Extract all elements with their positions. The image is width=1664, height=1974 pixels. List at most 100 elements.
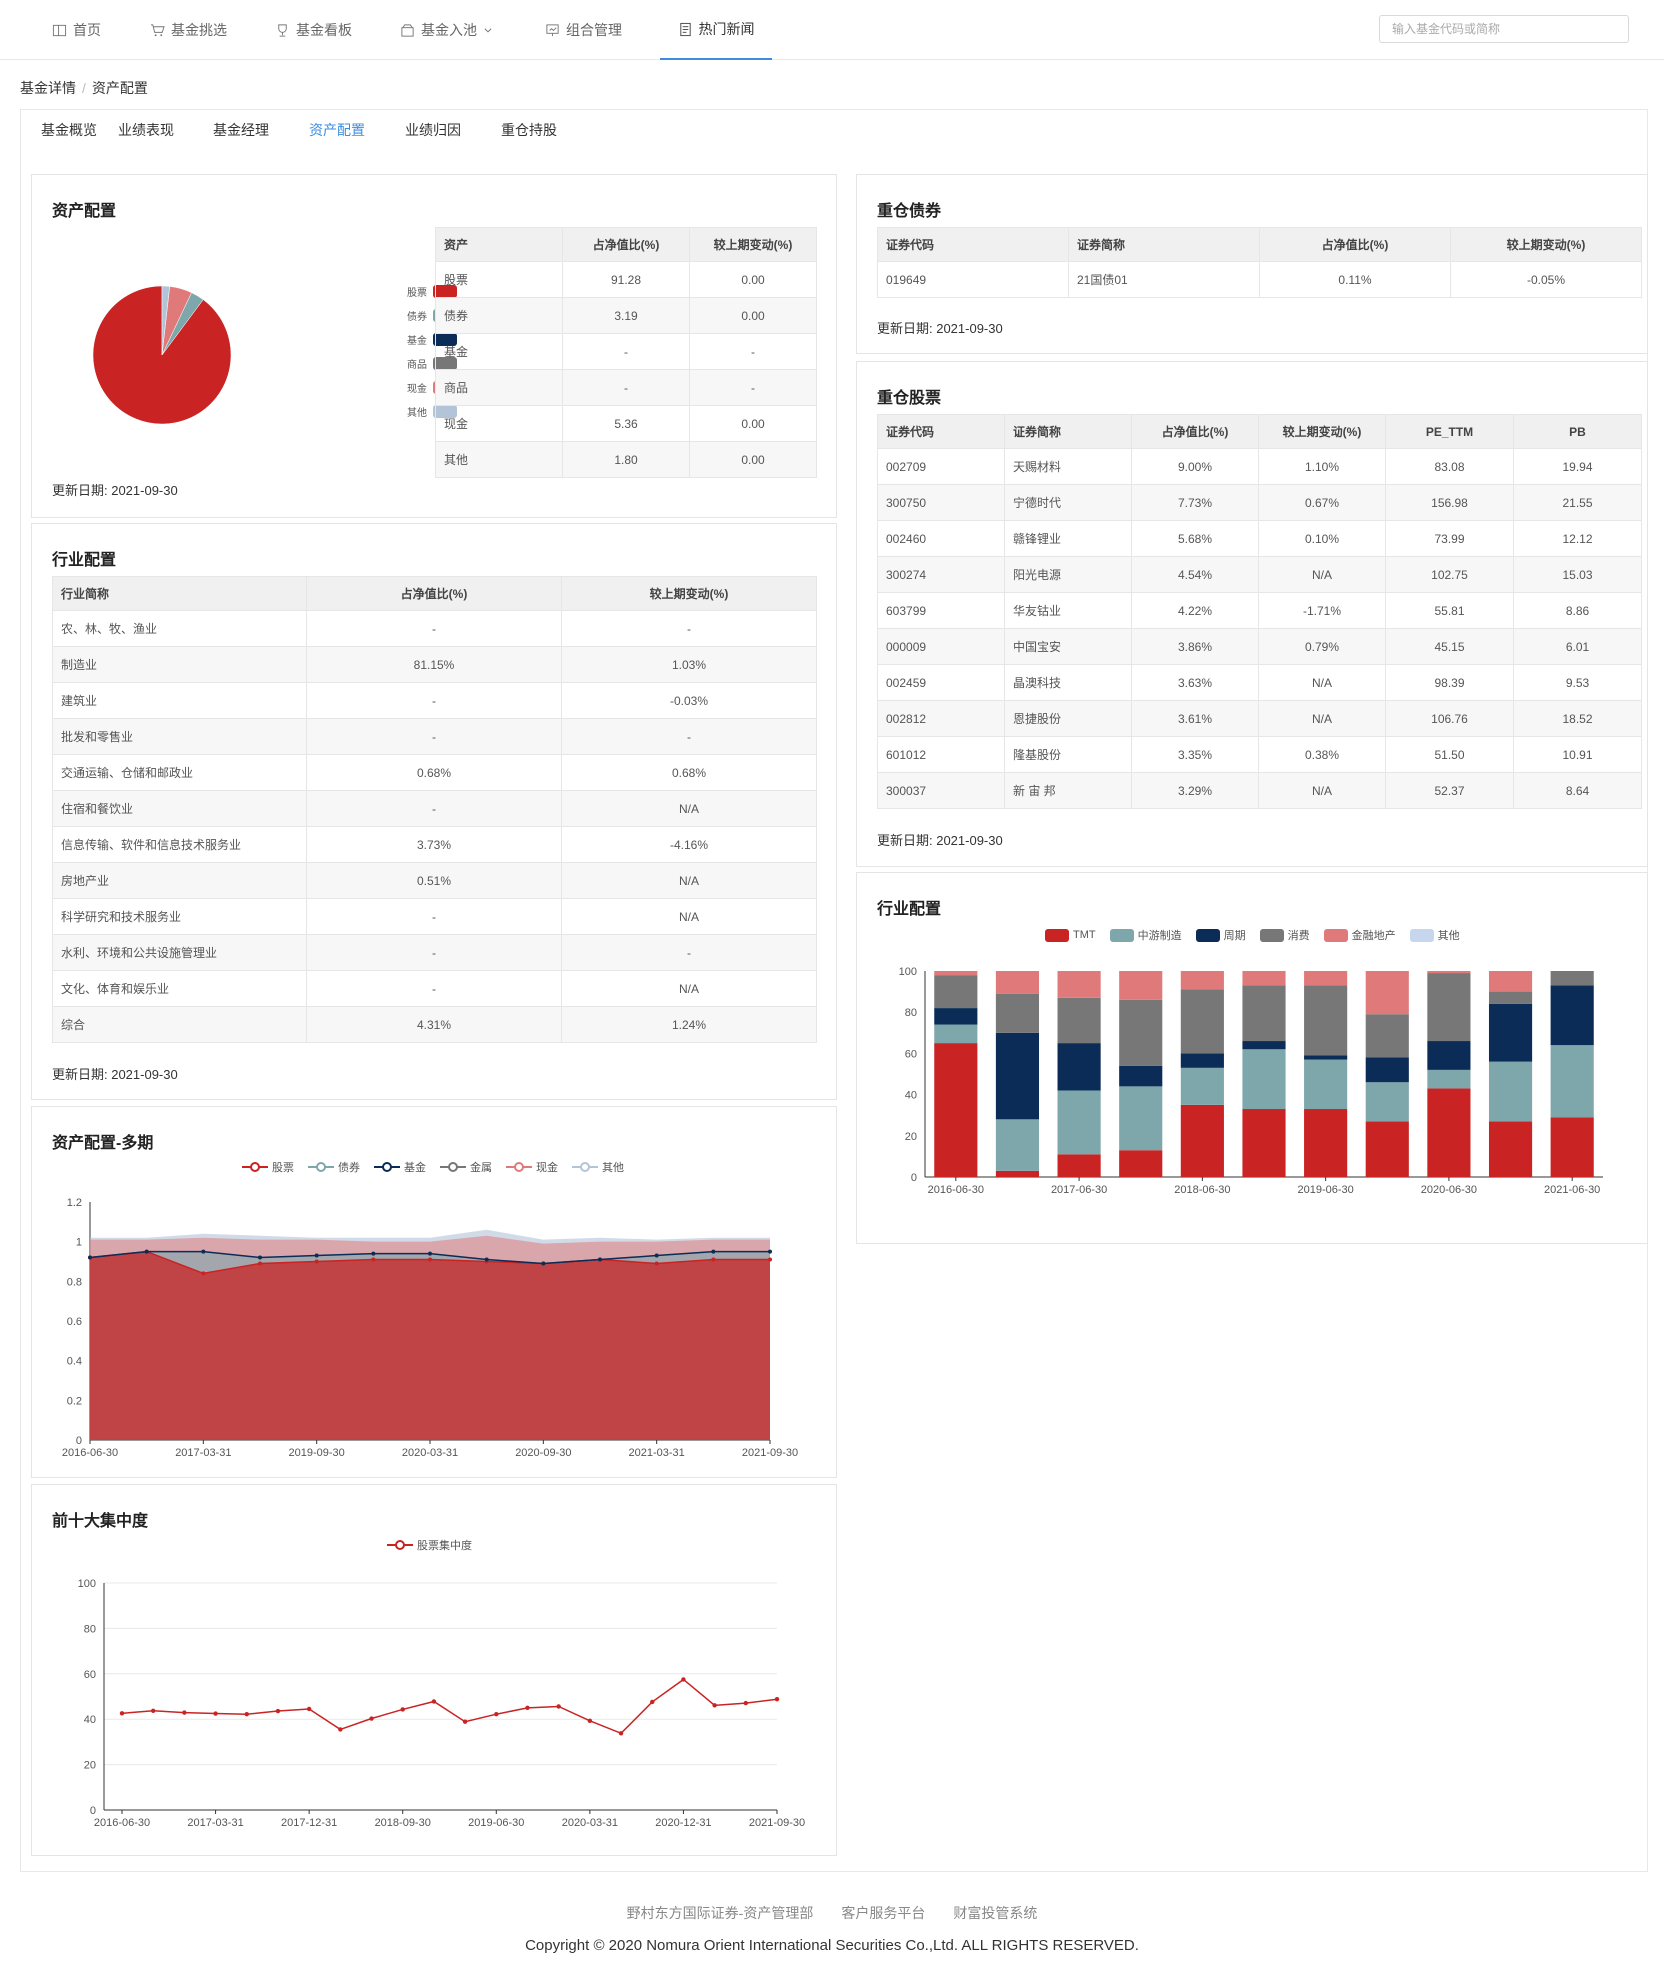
y-tick-label: 20 [905, 1131, 917, 1143]
table-cell: 房地产业 [52, 862, 307, 899]
table-cell: 300037 [877, 772, 1005, 809]
col-header: 较上期变动(%) [1450, 227, 1642, 262]
bar-segment [1304, 1055, 1348, 1060]
table-cell: 0.10% [1258, 520, 1386, 557]
search-input[interactable]: 输入基金代码或简称 [1379, 15, 1629, 43]
concentration-card: 前十大集中度 股票集中度 0 20 40 60 80 100 2016-06-30 2017-… [31, 1484, 837, 1856]
table-cell: 中国宝安 [1004, 628, 1132, 665]
legend-swatch [1045, 928, 1069, 942]
legend-marker [387, 1540, 413, 1550]
table-cell: 1.10% [1258, 448, 1386, 485]
legend-item[interactable]: 基金 [374, 1159, 426, 1175]
nav-fund-pool-label: 基金入池 [421, 22, 477, 38]
y-tick-label: 0.2 [67, 1395, 82, 1407]
legend-label: 股票 [407, 287, 427, 299]
table-cell: 19.94 [1513, 448, 1642, 485]
bar-segment [1550, 1045, 1594, 1118]
table-cell: 83.08 [1385, 448, 1514, 485]
legend-item[interactable]: 周期 [1195, 927, 1246, 943]
bar-segment [1488, 1003, 1533, 1062]
table-cell: 信息传输、软件和信息技术服务业 [52, 826, 307, 863]
table-cell: 002709 [877, 448, 1005, 485]
table-cell: 交通运输、仓储和邮政业 [52, 754, 307, 791]
table-row: 002812 恩捷股份 3.61% N/A 106.76 18.52 [877, 700, 1642, 737]
data-point [431, 1699, 437, 1704]
nav-hot-news[interactable]: 热门新闻 [660, 0, 772, 60]
table-cell: 科学研究和技术服务业 [52, 898, 307, 935]
legend-label: 其他 [407, 407, 427, 419]
legend-label: 股票集中度 [417, 1540, 472, 1552]
area-股票 [90, 1251, 770, 1440]
data-point [462, 1719, 468, 1724]
table-cell: 现金 [435, 405, 563, 442]
table-cell: -0.05% [1450, 261, 1642, 298]
data-point [400, 1707, 405, 1712]
table-cell: 0.79% [1258, 628, 1386, 665]
bar-segment [1242, 985, 1286, 1042]
table-row: 300750 宁德时代 7.73% 0.67% 156.98 21.55 [877, 484, 1642, 521]
y-tick-label: 0.6 [67, 1316, 82, 1328]
x-tick-label: 2017-06-30 [1051, 1184, 1107, 1196]
bar-segment [1427, 971, 1471, 974]
tab-overview[interactable]: 基金概览 [41, 110, 97, 150]
table-cell: 98.39 [1385, 664, 1514, 701]
nav-home[interactable]: 首页 [42, 0, 111, 60]
legend-item[interactable]: 金融地产 [1323, 927, 1396, 943]
bar-segment [995, 1119, 1040, 1171]
table-row: 其他 1.80 0.00 [435, 441, 817, 478]
footer-link[interactable]: 客户服务平台 [841, 1905, 925, 1921]
tab-performance[interactable]: 业绩表现 [118, 110, 174, 150]
card-title: 资产配置 [52, 203, 117, 220]
table-cell: 文化、体育和娱乐业 [52, 970, 307, 1007]
tab-asset-allocation[interactable]: 资产配置 [309, 110, 365, 150]
nav-fund-pool[interactable]: 基金入池 [390, 0, 503, 60]
nav-fund-select[interactable]: 基金挑选 [140, 0, 237, 60]
bar-segment [1242, 971, 1286, 986]
y-tick-label: 40 [84, 1714, 96, 1726]
asset-allocation-card: 资产配置 股票 债券 基金 商品 现金 其他 资产 占净值比(%) 较上期变动(%)… [31, 174, 837, 518]
tab-manager[interactable]: 基金经理 [213, 110, 269, 150]
legend-item[interactable]: 其他 [572, 1159, 624, 1175]
legend-item[interactable]: 中游制造 [1109, 927, 1182, 943]
bar-segment [1488, 991, 1533, 1004]
table-cell: -4.16% [561, 826, 817, 863]
legend-item[interactable]: 消费 [1259, 927, 1310, 943]
nav-portfolio-label: 组合管理 [566, 22, 622, 38]
legend-item[interactable]: 现金 [506, 1159, 558, 1175]
copyright: Copyright © 2020 Nomura Orient Internati… [525, 1937, 1139, 1954]
table-cell: 21.55 [1513, 484, 1642, 521]
card-title: 前十大集中度 [52, 1513, 149, 1530]
legend-item[interactable]: 其他 [1409, 927, 1460, 943]
footer-link[interactable]: 野村东方国际证券-资产管理部 [627, 1905, 814, 1921]
industry-table: 行业简称 占净值比(%) 较上期变动(%) 农、林、牧、渔业 - - 制造业 81.15% 1… [52, 576, 817, 1043]
data-point [428, 1257, 432, 1262]
legend-label: 金融地产 [1351, 930, 1396, 942]
col-header: 较上期变动(%) [561, 576, 817, 611]
table-row: 股票 91.28 0.00 [435, 261, 817, 298]
breadcrumb-parent[interactable]: 基金详情 [20, 80, 76, 96]
legend-item[interactable]: 债券 [308, 1159, 360, 1175]
nav-portfolio[interactable]: 组合管理 [535, 0, 632, 60]
industry-chart-legend: TMT 中游制造 周期 消费 金融地产 其他 [1045, 927, 1460, 943]
legend-item[interactable]: TMT [1045, 927, 1096, 943]
footer-link[interactable]: 财富投管系统 [953, 1905, 1037, 1921]
legend-item[interactable]: 股票集中度 [387, 1537, 472, 1553]
table-row: 000009 中国宝安 3.86% 0.79% 45.15 6.01 [877, 628, 1642, 665]
data-point [556, 1704, 561, 1709]
table-cell: 81.15% [306, 646, 562, 683]
bar-segment [934, 1043, 978, 1177]
table-cell: 18.52 [1513, 700, 1642, 737]
table-cell: - [306, 610, 562, 647]
table-cell: 赣锋锂业 [1004, 520, 1132, 557]
nav-fund-board[interactable]: 基金看板 [265, 0, 362, 60]
data-point [494, 1712, 499, 1717]
bar-segment [1365, 1057, 1409, 1083]
legend-item[interactable]: 股票 [242, 1159, 294, 1175]
table-cell: 4.31% [306, 1006, 562, 1043]
tab-top-holdings[interactable]: 重仓持股 [501, 110, 557, 150]
legend-item[interactable]: 金属 [440, 1159, 492, 1175]
table-row: 603799 华友钴业 4.22% -1.71% 55.81 8.86 [877, 592, 1642, 629]
tab-attribution[interactable]: 业绩归因 [405, 110, 461, 150]
table-cell: N/A [1258, 664, 1386, 701]
legend-marker [440, 1162, 466, 1172]
